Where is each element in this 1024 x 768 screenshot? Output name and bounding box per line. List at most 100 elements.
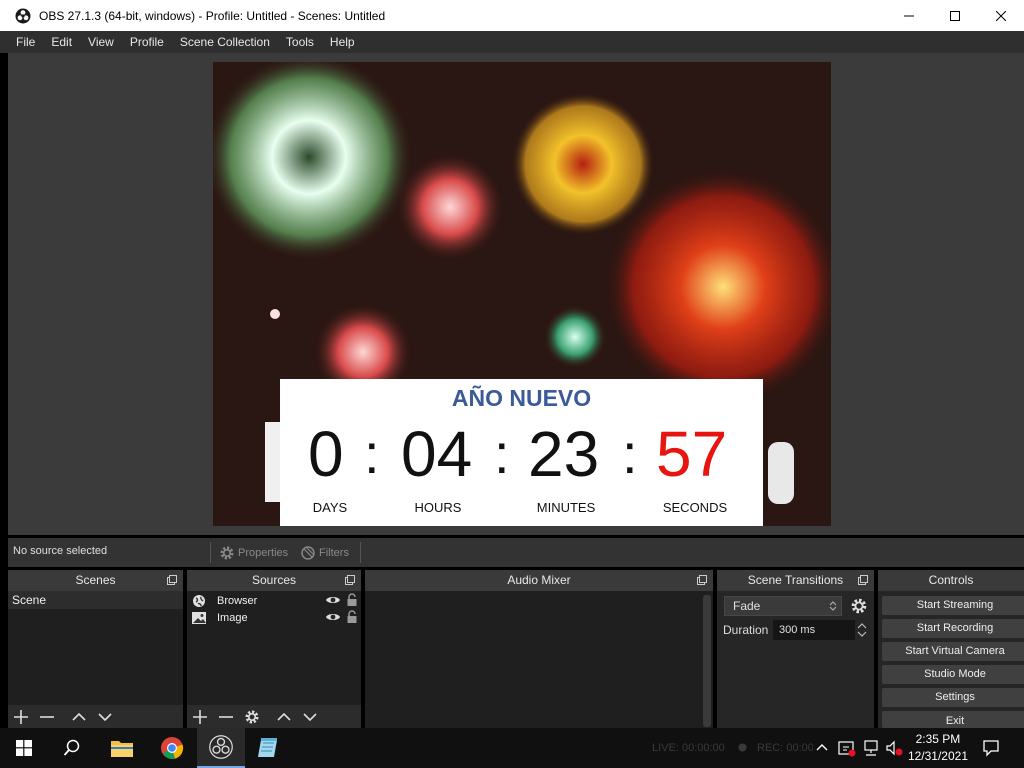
properties-button[interactable]: Properties	[219, 541, 288, 564]
countdown-separator: :	[622, 422, 638, 485]
menu-profile[interactable]: Profile	[122, 35, 172, 49]
chevron-down-icon	[303, 712, 317, 721]
taskbar-notepad[interactable]	[245, 728, 293, 768]
sources-footer	[187, 705, 361, 728]
controls-title: Controls	[878, 570, 1024, 591]
transition-select[interactable]: Fade	[724, 596, 842, 616]
start-recording-button[interactable]: Start Recording	[882, 619, 1024, 638]
duration-stepper-icon[interactable]	[856, 620, 868, 640]
menu-edit[interactable]: Edit	[43, 35, 80, 49]
duration-input[interactable]: 300 ms	[773, 620, 855, 640]
taskbar-clock[interactable]: 2:35 PM 12/31/2021	[908, 731, 968, 765]
undock-icon[interactable]	[345, 575, 355, 585]
transitions-body: Fade Duration 300 ms	[717, 591, 874, 728]
undock-icon[interactable]	[167, 575, 177, 585]
source-properties-button[interactable]	[243, 708, 261, 726]
window-title-bar: OBS 27.1.3 (64-bit, windows) - Profile: …	[0, 0, 1024, 31]
chevron-up-icon[interactable]	[816, 742, 828, 752]
menu-bar: File Edit View Profile Scene Collection …	[0, 31, 1024, 53]
volume-muted-icon[interactable]	[885, 739, 903, 757]
start-streaming-button[interactable]: Start Streaming	[882, 596, 1024, 615]
audio-mixer-body	[365, 591, 713, 728]
undock-icon[interactable]	[697, 575, 707, 585]
folder-icon	[111, 741, 133, 757]
start-virtual-camera-button[interactable]: Start Virtual Camera	[882, 642, 1024, 661]
menu-file[interactable]: File	[8, 35, 43, 49]
windows-logo-icon	[16, 740, 32, 756]
source-item-browser[interactable]: Browser	[187, 592, 361, 609]
minus-icon	[219, 715, 233, 718]
source-label: Image	[217, 611, 248, 624]
countdown-heading: AÑO NUEVO	[451, 385, 592, 411]
menu-tools[interactable]: Tools	[278, 35, 322, 49]
eye-icon[interactable]	[325, 611, 341, 623]
undock-icon[interactable]	[858, 575, 868, 585]
studio-mode-button[interactable]: Studio Mode	[882, 665, 1024, 684]
obs-logo-icon	[209, 735, 233, 759]
taskbar-chrome[interactable]	[148, 728, 196, 768]
source-toolbar: No source selected Properties Filters	[8, 538, 1024, 567]
chevron-updown-icon	[829, 601, 837, 611]
countdown-hours: 04	[401, 418, 473, 490]
countdown-separator: :	[364, 422, 380, 485]
search-icon	[63, 739, 80, 756]
chevron-up-icon	[72, 712, 86, 721]
sources-dock: Sources Browser Image	[187, 570, 361, 728]
lock-icon[interactable]	[346, 610, 358, 624]
record-dot-icon	[738, 743, 747, 752]
minimize-icon	[904, 15, 914, 16]
mixer-scrollbar[interactable]	[703, 595, 711, 727]
maximize-button[interactable]	[932, 0, 978, 31]
menu-view[interactable]: View	[80, 35, 122, 49]
gear-icon[interactable]	[850, 597, 868, 615]
add-source-button[interactable]	[191, 708, 209, 726]
close-button[interactable]	[978, 0, 1024, 31]
source-label: Browser	[217, 594, 258, 607]
chevron-down-icon	[98, 712, 112, 721]
gear-icon	[245, 710, 259, 723]
network-icon[interactable]	[862, 739, 880, 757]
toolbar-divider	[360, 542, 361, 563]
live-status: LIVE: 00:00:00	[652, 742, 725, 754]
source-item-image[interactable]: Image	[187, 609, 361, 626]
countdown-separator: :	[494, 422, 510, 485]
taskbar-file-explorer[interactable]	[98, 728, 146, 768]
scene-transitions-dock: Scene Transitions Fade Duration 300 ms	[717, 570, 874, 728]
move-scene-up-button[interactable]	[70, 708, 88, 726]
filters-button[interactable]: Filters	[300, 541, 349, 564]
menu-help[interactable]: Help	[322, 35, 363, 49]
scenes-list[interactable]: Scene	[8, 591, 183, 705]
image-icon	[192, 611, 206, 624]
notification-icon	[983, 740, 999, 757]
move-scene-down-button[interactable]	[96, 708, 114, 726]
label-seconds: SECONDS	[662, 500, 728, 515]
notifications-button[interactable]	[968, 728, 1014, 768]
menu-scene-collection[interactable]: Scene Collection	[172, 35, 278, 49]
countdown-minutes: 23	[528, 418, 600, 490]
minus-icon	[40, 715, 54, 718]
audio-mixer-title: Audio Mixer	[365, 570, 713, 591]
taskbar-obs[interactable]	[197, 728, 245, 768]
scene-item[interactable]: Scene	[8, 591, 183, 609]
scenes-footer	[8, 705, 183, 728]
remove-source-button[interactable]	[217, 708, 235, 726]
start-button[interactable]	[0, 728, 48, 768]
lock-icon[interactable]	[346, 593, 358, 607]
window-title: OBS 27.1.3 (64-bit, windows) - Profile: …	[39, 8, 386, 23]
clock-date: 12/31/2021	[907, 749, 968, 763]
search-button[interactable]	[48, 728, 96, 768]
remove-scene-button[interactable]	[38, 708, 56, 726]
toolbar-divider	[210, 542, 211, 563]
action-center-shield-icon[interactable]	[838, 739, 856, 757]
move-source-up-button[interactable]	[275, 708, 293, 726]
chrome-icon	[161, 737, 184, 759]
move-source-down-button[interactable]	[301, 708, 319, 726]
exit-button[interactable]: Exit	[882, 711, 1024, 728]
settings-button[interactable]: Settings	[882, 688, 1024, 707]
minimize-button[interactable]	[886, 0, 932, 31]
sources-list[interactable]: Browser Image	[187, 591, 361, 705]
filters-label: Filters	[319, 546, 349, 559]
add-scene-button[interactable]	[12, 708, 30, 726]
eye-icon[interactable]	[325, 594, 341, 606]
properties-label: Properties	[238, 546, 289, 559]
